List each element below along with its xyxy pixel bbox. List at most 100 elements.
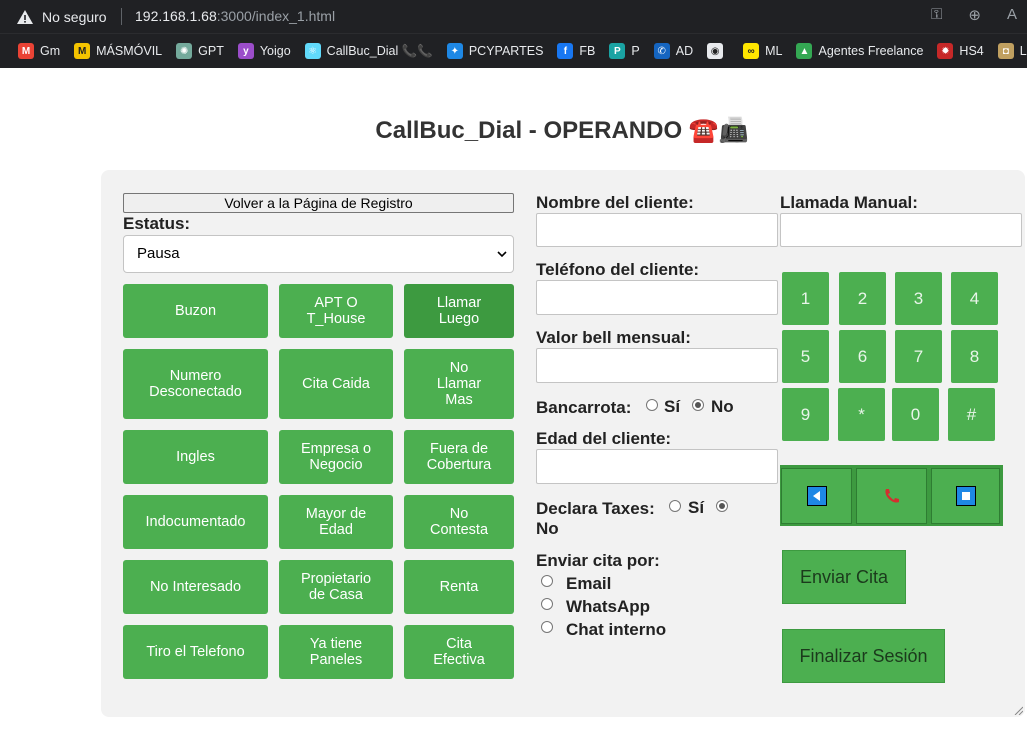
bookmark-label: HS4 (959, 44, 984, 58)
taxes-yes-radio[interactable] (669, 500, 681, 512)
outcome-button[interactable]: Fuera de Cobertura (404, 430, 514, 484)
outcome-button[interactable]: Cita Efectiva (404, 625, 514, 679)
outcome-button[interactable]: Propietario de Casa (279, 560, 393, 614)
bookmark-item[interactable]: PP (609, 43, 640, 59)
age-input[interactable] (536, 449, 778, 484)
keypad-key[interactable]: 8 (951, 330, 998, 383)
send-appointment-button[interactable]: Enviar Cita (782, 550, 906, 604)
bookmark-favicon-icon: ✺ (176, 43, 193, 59)
bookmark-favicon-icon: ∞ (743, 43, 760, 59)
url-text[interactable]: 192.168.1.68:3000/index_1.html (135, 8, 335, 24)
send-whatsapp-radio[interactable] (541, 598, 553, 610)
stop-icon (955, 486, 976, 506)
security-indicator[interactable]: No seguro (16, 7, 107, 26)
bell-input[interactable] (536, 348, 778, 383)
keypad-key[interactable]: 1 (782, 272, 829, 325)
bookmark-item[interactable]: ✦ PCYPARTES (446, 43, 543, 59)
bookmark-item[interactable]: ▲ Agentes Freelance (796, 43, 923, 59)
outcome-button[interactable]: No Llamar Mas (404, 349, 514, 419)
send-chat-radio[interactable] (541, 621, 553, 633)
client-name-label: Nombre del cliente: (536, 193, 694, 212)
bookmark-favicon-icon: ◘ (997, 43, 1014, 59)
outcome-button[interactable]: Tiro el Telefono (123, 625, 268, 679)
stop-control-button[interactable] (931, 468, 1000, 524)
call-control-button[interactable] (856, 468, 927, 524)
resize-grip-icon[interactable] (1013, 705, 1023, 715)
page-title-text: CallBuc_Dial - OPERANDO (375, 117, 683, 144)
browser-address-bar: No seguro 192.168.1.68:3000/index_1.html… (0, 0, 1027, 33)
bookmark-favicon-icon: M (18, 43, 34, 59)
bookmark-label: Yoigo (259, 44, 291, 58)
outcome-button[interactable]: No Interesado (123, 560, 268, 614)
page-title: CallBuc_Dial - OPERANDO ☎️📠 (0, 116, 1027, 145)
bookmark-item[interactable]: ∞ ML (743, 43, 782, 59)
bookmark-item[interactable]: M MÁSMÓVIL (74, 43, 162, 59)
outcome-button[interactable]: Llamar Luego (404, 284, 514, 338)
keypad-key[interactable]: 4 (951, 272, 998, 325)
finish-session-button[interactable]: Finalizar Sesión (782, 629, 945, 683)
outcome-button[interactable]: Ya tiene Paneles (279, 625, 393, 679)
bookmark-item[interactable]: y Yoigo (237, 43, 291, 59)
outcome-button[interactable]: Cita Caida (279, 349, 393, 419)
keypad-key[interactable]: 9 (782, 388, 829, 441)
keypad-key[interactable]: 5 (782, 330, 829, 383)
bookmark-favicon-icon: ✹ (937, 43, 954, 59)
bookmark-label: MÁSMÓVIL (96, 44, 163, 58)
send-email-radio[interactable] (541, 575, 553, 587)
bookmark-label: GPT (198, 44, 224, 58)
bookmark-item[interactable]: M Gm (18, 43, 60, 59)
client-phone-input[interactable] (536, 280, 778, 315)
bookmark-item[interactable]: ✆ AD (653, 43, 694, 59)
bookmark-label: AD (675, 44, 694, 58)
keypad-key[interactable]: 3 (895, 272, 942, 325)
warning-icon (17, 9, 33, 24)
keypad-key[interactable]: 6 (839, 330, 886, 383)
send-label: Enviar cita por: (536, 551, 660, 570)
status-select[interactable]: Pausa (123, 235, 514, 273)
client-name-input[interactable] (536, 213, 778, 247)
keypad-key[interactable]: 7 (895, 330, 942, 383)
bookmark-item[interactable]: ⚛ CallBuc_Dial 📞📞 (304, 43, 433, 59)
outcome-button[interactable]: Renta (404, 560, 514, 614)
zoom-icon[interactable]: ⊕ (968, 6, 981, 24)
keypad-key[interactable]: 2 (839, 272, 886, 325)
url-host: 192.168.1.68 (135, 8, 217, 24)
bookmark-item[interactable]: ◉ (707, 43, 729, 59)
keypad-key[interactable]: * (838, 388, 885, 441)
outcome-button[interactable]: Indocumentado (123, 495, 268, 549)
keypad-key[interactable]: 0 (892, 388, 939, 441)
outcome-button[interactable]: Numero Desconectado (123, 349, 268, 419)
bookmark-item[interactable]: ✺ GPT (176, 43, 224, 59)
outcome-button[interactable]: Empresa o Negocio (279, 430, 393, 484)
bookmark-item[interactable]: ◘ L (997, 43, 1027, 59)
bookmark-item[interactable]: f FB (557, 43, 595, 59)
status-label: Estatus: (123, 214, 191, 233)
bankruptcy-no-radio[interactable] (692, 399, 704, 411)
url-path: :3000/index_1.html (216, 8, 336, 24)
manual-call-input[interactable] (780, 213, 1022, 247)
outcome-button[interactable]: APT O T_House (279, 284, 393, 338)
text-size-icon[interactable]: A (1007, 6, 1017, 24)
bankruptcy-yes-radio[interactable] (646, 399, 658, 411)
taxes-no-label: No (536, 519, 559, 538)
bankruptcy-yes-label: Sí (664, 397, 681, 416)
call-icon (884, 489, 899, 503)
bookmark-label: Agentes Freelance (818, 44, 924, 58)
outcome-button[interactable]: Ingles (123, 430, 268, 484)
bookmark-favicon-icon: ◉ (707, 43, 724, 59)
status-value: Pausa (137, 245, 180, 262)
bookmark-favicon-icon: y (237, 43, 254, 59)
taxes-label: Declara Taxes: (536, 499, 655, 518)
key-icon[interactable]: ⚿ (931, 6, 942, 24)
bookmark-item[interactable]: ✹ HS4 (937, 43, 984, 59)
bookmark-label: P (631, 44, 640, 58)
back-control-button[interactable] (781, 468, 852, 524)
outcome-button[interactable]: No Contesta (404, 495, 514, 549)
keypad-key[interactable]: # (948, 388, 995, 441)
back-to-register-button[interactable]: Volver a la Página de Registro (123, 193, 514, 213)
taxes-no-radio[interactable] (716, 500, 728, 512)
bell-label: Valor bell mensual: (536, 328, 691, 347)
outcome-button[interactable]: Mayor de Edad (279, 495, 393, 549)
outcome-button[interactable]: Buzon (123, 284, 268, 338)
bookmark-label: Gm (40, 44, 61, 58)
